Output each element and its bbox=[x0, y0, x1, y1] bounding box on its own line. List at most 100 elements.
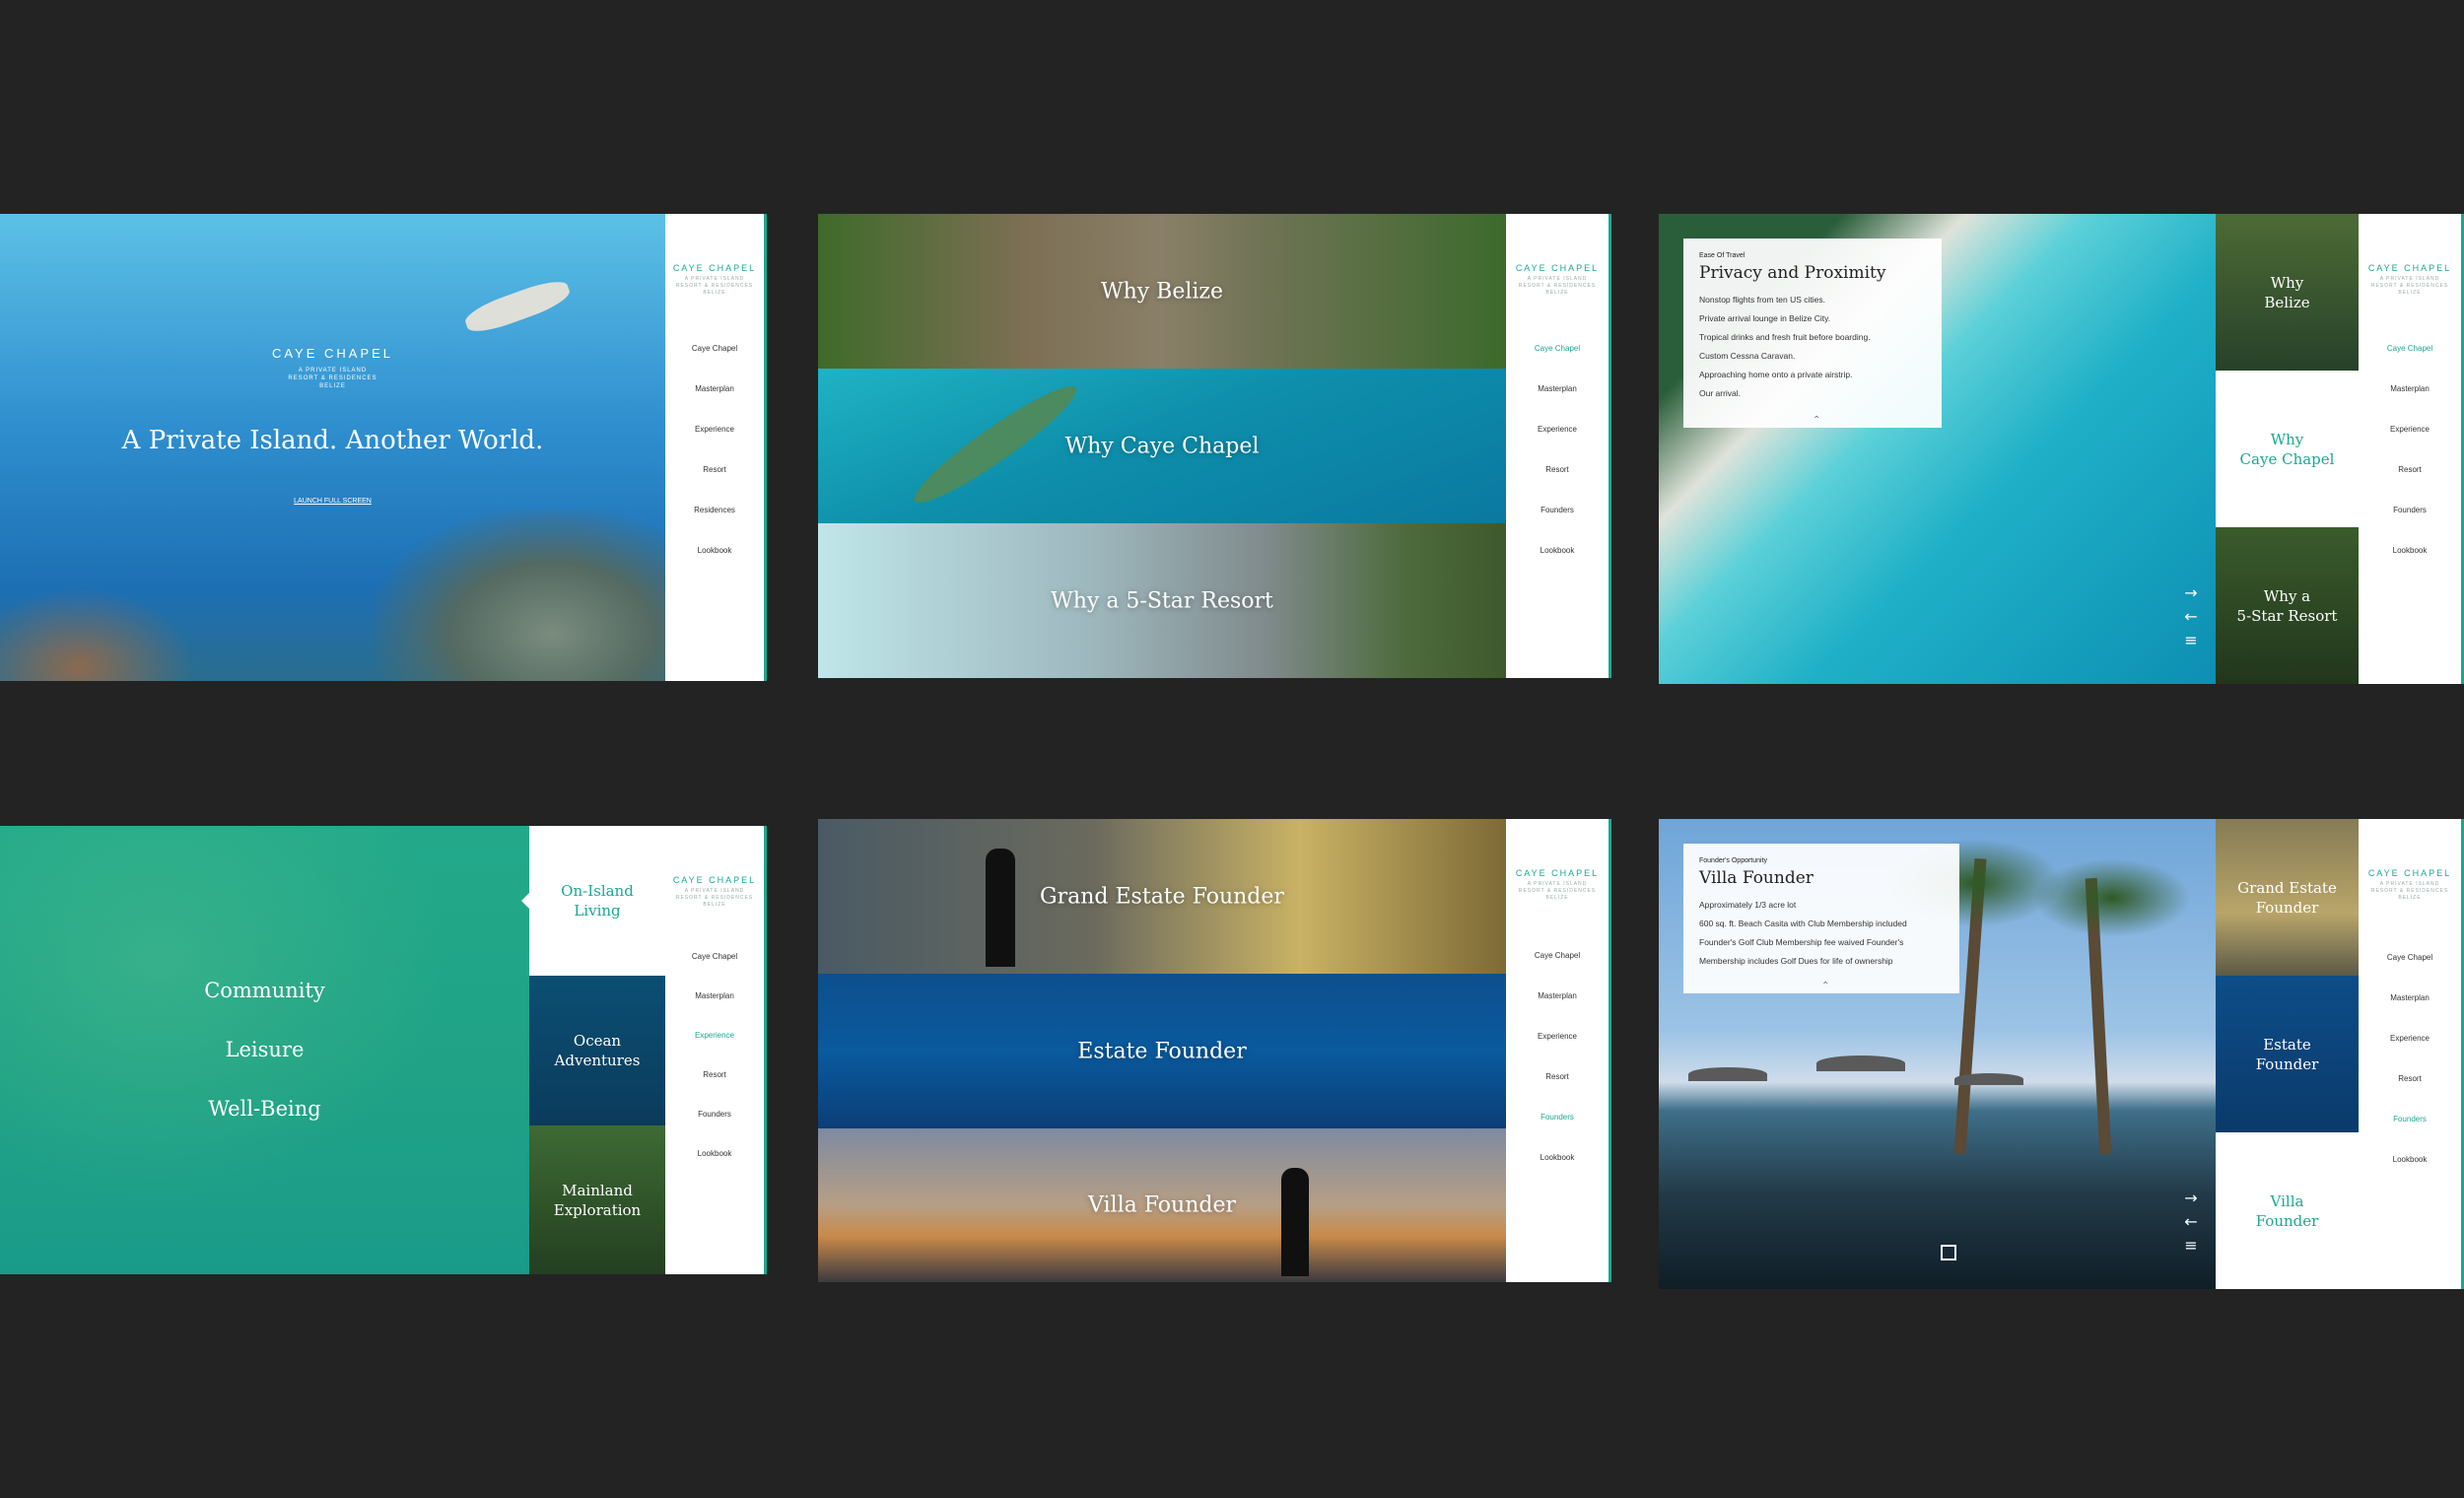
tile-why-5-star-resort[interactable]: Why a 5-Star Resort bbox=[2216, 527, 2359, 684]
hero-brand-sub: A PRIVATE ISLAND bbox=[298, 368, 368, 374]
nav-item-masterplan[interactable]: Masterplan bbox=[665, 991, 764, 1031]
nav-item-masterplan[interactable]: Masterplan bbox=[1506, 991, 1608, 1032]
menu-lines-icon[interactable]: ≡ bbox=[2181, 1231, 2201, 1260]
nav-item-lookbook[interactable]: Lookbook bbox=[1506, 1153, 1608, 1193]
card-kicker: Founder's Opportunity bbox=[1699, 857, 1768, 864]
umbrella bbox=[1954, 1073, 2023, 1085]
villa-founder-band[interactable]: Villa Founder bbox=[818, 1128, 1506, 1282]
nav-item-experience[interactable]: Experience bbox=[2359, 425, 2461, 465]
card-kicker: Ease Of Travel bbox=[1699, 252, 1745, 259]
side-nav: CAYE CHAPEL A PRIVATE ISLAND RESORT & RES… bbox=[1506, 819, 1611, 1282]
experience-item-leisure[interactable]: Leisure bbox=[0, 1038, 529, 1061]
nav-item-caye-chapel[interactable]: Caye Chapel bbox=[1506, 951, 1608, 991]
nav-item-caye-chapel[interactable]: Caye Chapel bbox=[665, 952, 764, 991]
card-line: Our arrival. bbox=[1699, 388, 1742, 398]
nav-item-masterplan[interactable]: Masterplan bbox=[665, 384, 764, 425]
nav-item-founders[interactable]: Founders bbox=[2359, 506, 2461, 546]
nav-logo[interactable]: CAYE CHAPEL A PRIVATE ISLAND RESORT & RES… bbox=[1506, 263, 1608, 297]
nav-logo[interactable]: CAYE CHAPEL A PRIVATE ISLAND RESORT & RES… bbox=[665, 263, 764, 297]
launch-full-screen-link[interactable]: LAUNCH FULL SCREEN bbox=[0, 498, 665, 505]
umbrella bbox=[1688, 1067, 1767, 1081]
side-nav: CAYE CHAPEL A PRIVATE ISLAND RESORT & RES… bbox=[2359, 214, 2464, 684]
tile-grand-estate-founder[interactable]: Grand Estate Founder bbox=[2216, 819, 2359, 976]
nav-brand-sub: BELIZE bbox=[1545, 290, 1569, 296]
chevron-up-icon[interactable]: ⌃ bbox=[1821, 981, 1829, 991]
nav-item-resort[interactable]: Resort bbox=[665, 465, 764, 506]
nav-item-lookbook[interactable]: Lookbook bbox=[1506, 546, 1608, 586]
nav-brand-sub: RESORT & RESIDENCES bbox=[675, 895, 754, 901]
hero-brand-name: CAYE CHAPEL bbox=[271, 346, 394, 361]
villa-founder-label: Villa Founder bbox=[1088, 1192, 1236, 1218]
tile-mainland-exploration[interactable]: Mainland Exploration bbox=[529, 1125, 665, 1274]
tile-label: Why Caye Chapel bbox=[2239, 430, 2335, 468]
hero-brand-sub: BELIZE bbox=[319, 383, 346, 389]
nav-brand-sub: A PRIVATE ISLAND bbox=[2379, 881, 2440, 887]
nav-item-experience[interactable]: Experience bbox=[1506, 425, 1608, 465]
nav-item-lookbook[interactable]: Lookbook bbox=[665, 546, 764, 586]
tile-label: Villa Founder bbox=[2255, 1192, 2319, 1230]
nav-item-lookbook[interactable]: Lookbook bbox=[2359, 546, 2461, 586]
nav-item-resort[interactable]: Resort bbox=[665, 1070, 764, 1110]
nav-item-caye-chapel[interactable]: Caye Chapel bbox=[1506, 344, 1608, 384]
nav-item-masterplan[interactable]: Masterplan bbox=[1506, 384, 1608, 425]
nav-item-residences[interactable]: Residences bbox=[665, 506, 764, 546]
nav-item-experience[interactable]: Experience bbox=[665, 1031, 764, 1070]
nav-brand-name: CAYE CHAPEL bbox=[2367, 868, 2452, 878]
experience-item-well-being[interactable]: Well-Being bbox=[0, 1097, 529, 1121]
menu-lines-icon[interactable]: ≡ bbox=[2181, 626, 2201, 655]
nav-logo[interactable]: CAYE CHAPEL A PRIVATE ISLAND RESORT & RES… bbox=[2359, 868, 2461, 902]
grand-estate-founder-band[interactable]: Grand Estate Founder bbox=[818, 819, 1506, 974]
why-5-star-resort-band[interactable]: Why a 5-Star Resort bbox=[818, 523, 1506, 678]
card-line: Tropical drinks and fresh fruit before b… bbox=[1699, 332, 1871, 342]
tile-estate-founder[interactable]: Estate Founder bbox=[2216, 976, 2359, 1132]
nav-item-experience[interactable]: Experience bbox=[1506, 1032, 1608, 1072]
nav-item-caye-chapel[interactable]: Caye Chapel bbox=[2359, 953, 2461, 993]
nav-item-resort[interactable]: Resort bbox=[1506, 465, 1608, 506]
why-belize-band[interactable]: Why Belize bbox=[818, 214, 1506, 369]
nav-item-founders[interactable]: Founders bbox=[2359, 1115, 2461, 1155]
nav-brand-sub: RESORT & RESIDENCES bbox=[1518, 283, 1597, 289]
nav-logo[interactable]: CAYE CHAPEL A PRIVATE ISLAND RESORT & RES… bbox=[665, 875, 764, 909]
tile-ocean-adventures[interactable]: Ocean Adventures bbox=[529, 976, 665, 1125]
card-line: Private arrival lounge in Belize City. bbox=[1699, 313, 1831, 323]
tile-why-caye-chapel[interactable]: Why Caye Chapel bbox=[2216, 371, 2359, 527]
nav-brand-sub: BELIZE bbox=[703, 290, 726, 296]
nav-item-resort[interactable]: Resort bbox=[1506, 1072, 1608, 1113]
floorplan-icon[interactable] bbox=[1941, 1245, 1956, 1260]
nav-item-lookbook[interactable]: Lookbook bbox=[2359, 1155, 2461, 1195]
estate-founder-band[interactable]: Estate Founder bbox=[818, 974, 1506, 1128]
why-belize-label: Why Belize bbox=[1100, 279, 1224, 304]
nav-logo[interactable]: CAYE CHAPEL A PRIVATE ISLAND RESORT & RES… bbox=[2359, 263, 2461, 297]
nav-brand-sub: A PRIVATE ISLAND bbox=[2379, 276, 2440, 282]
info-card: Ease Of Travel Privacy and Proximity Non… bbox=[1683, 238, 1942, 428]
nav-item-masterplan[interactable]: Masterplan bbox=[2359, 993, 2461, 1034]
nav-item-caye-chapel[interactable]: Caye Chapel bbox=[665, 344, 764, 384]
card-line: Custom Cessna Caravan. bbox=[1699, 351, 1796, 361]
nav-brand-sub: BELIZE bbox=[703, 902, 726, 908]
nav-item-resort[interactable]: Resort bbox=[2359, 465, 2461, 506]
nav-logo[interactable]: CAYE CHAPEL A PRIVATE ISLAND RESORT & RES… bbox=[1506, 868, 1608, 902]
tile-label: Ocean Adventures bbox=[554, 1032, 641, 1069]
nav-item-experience[interactable]: Experience bbox=[2359, 1034, 2461, 1074]
nav-item-lookbook[interactable]: Lookbook bbox=[665, 1149, 764, 1189]
tile-on-island-living[interactable]: On-Island Living bbox=[529, 826, 665, 976]
nav-item-founders[interactable]: Founders bbox=[1506, 1113, 1608, 1153]
nav-brand-sub: A PRIVATE ISLAND bbox=[1527, 881, 1588, 887]
experience-item-community[interactable]: Community bbox=[0, 979, 529, 1002]
nav-item-resort[interactable]: Resort bbox=[2359, 1074, 2461, 1115]
nav-item-masterplan[interactable]: Masterplan bbox=[2359, 384, 2461, 425]
nav-brand-sub: RESORT & RESIDENCES bbox=[2370, 888, 2449, 894]
yoga-silhouette bbox=[1281, 1168, 1309, 1276]
nav-brand-name: CAYE CHAPEL bbox=[1515, 868, 1600, 878]
nav-item-experience[interactable]: Experience bbox=[665, 425, 764, 465]
nav-brand-sub: A PRIVATE ISLAND bbox=[684, 276, 745, 282]
why-caye-chapel-band[interactable]: Why Caye Chapel bbox=[818, 369, 1506, 523]
tile-why-belize[interactable]: Why Belize bbox=[2216, 214, 2359, 371]
nav-item-founders[interactable]: Founders bbox=[1506, 506, 1608, 546]
tile-villa-founder[interactable]: Villa Founder bbox=[2216, 1132, 2359, 1289]
chevron-up-icon[interactable]: ⌃ bbox=[1813, 415, 1820, 426]
side-nav: CAYE CHAPEL A PRIVATE ISLAND RESORT & RES… bbox=[2359, 819, 2464, 1289]
nav-item-caye-chapel[interactable]: Caye Chapel bbox=[2359, 344, 2461, 384]
nav-item-founders[interactable]: Founders bbox=[665, 1110, 764, 1149]
estate-founder-label: Estate Founder bbox=[1077, 1039, 1247, 1063]
